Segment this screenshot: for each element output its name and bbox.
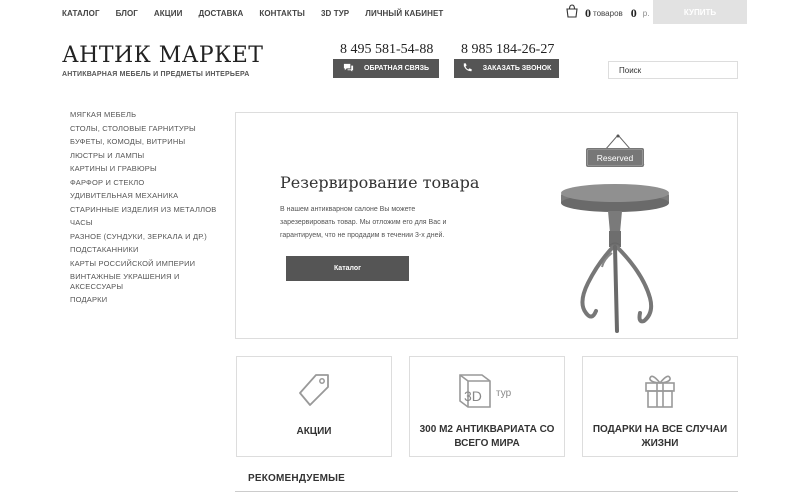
hero-title: Резервирование товара <box>280 173 480 192</box>
card-3d-tour-label: 300 М2 АНТИКВАРИАТА СО ВСЕГО МИРА <box>419 424 555 449</box>
phone-number-1[interactable]: 8 495 581-54-88 <box>340 42 433 58</box>
sidebar-item-tables[interactable]: СТОЛЫ, СТОЛОВЫЕ ГАРНИТУРЫ <box>70 124 220 134</box>
nav-promotions[interactable]: АКЦИИ <box>154 9 183 18</box>
logo[interactable]: АНТИК МАРКЕТ АНТИКВАРНАЯ МЕБЕЛЬ И ПРЕДМЕ… <box>62 43 264 79</box>
3d-icon-text: 3D <box>464 388 482 404</box>
nav-delivery[interactable]: ДОСТАВКА <box>198 9 243 18</box>
reserved-table-illustration: Reserved <box>561 134 669 333</box>
cart-summary[interactable]: 0 товаров 0 р. <box>565 4 649 23</box>
cart-currency: р. <box>642 9 650 18</box>
sidebar-item-cabinets[interactable]: БУФЕТЫ, КОМОДЫ, ВИТРИНЫ <box>70 137 220 147</box>
card-gifts-label: ПОДАРКИ НА ВСЕ СЛУЧАИ ЖИЗНИ <box>592 424 728 449</box>
phone-number-2[interactable]: 8 985 184-26-27 <box>461 42 554 58</box>
sidebar-item-lamps[interactable]: ЛЮСТРЫ И ЛАМПЫ <box>70 151 220 161</box>
sidebar-item-paintings[interactable]: КАРТИНЫ И ГРАВЮРЫ <box>70 164 220 174</box>
cart-count-label: товаров <box>593 9 623 18</box>
logo-title: АНТИК МАРКЕТ <box>62 43 264 68</box>
nav-contacts[interactable]: КОНТАКТЫ <box>259 9 305 18</box>
sidebar-item-misc[interactable]: РАЗНОЕ (СУНДУКИ, ЗЕРКАЛА И ДР.) <box>70 232 220 242</box>
hero-text: В нашем антикварном салоне Вы можете зар… <box>280 206 447 239</box>
card-gifts[interactable]: ПОДАРКИ НА ВСЕ СЛУЧАИ ЖИЗНИ <box>582 356 738 457</box>
callback-button[interactable]: ЗАКАЗАТЬ ЗВОНОК <box>454 59 559 78</box>
sidebar-item-porcelain[interactable]: ФАРФОР И СТЕКЛО <box>70 178 220 188</box>
sidebar-item-maps[interactable]: КАРТЫ РОССИЙСКОЙ ИМПЕРИИ <box>70 259 220 269</box>
sidebar-item-vintage-jewelry[interactable]: ВИНТАЖНЫЕ УКРАШЕНИЯ И АКСЕССУАРЫ <box>70 272 182 291</box>
cart-sum: 0 <box>630 6 637 20</box>
sidebar-item-soft-furniture[interactable]: МЯГКАЯ МЕБЕЛЬ <box>70 110 220 120</box>
3d-tour-icon: 3D тур <box>452 369 522 409</box>
catalog-button[interactable]: Каталог <box>286 256 409 281</box>
gift-icon <box>640 369 680 409</box>
price-tag-icon <box>294 369 334 409</box>
reserved-sign-text: Reserved <box>597 153 634 163</box>
logo-subtitle: АНТИКВАРНАЯ МЕБЕЛЬ И ПРЕДМЕТЫ ИНТЕРЬЕРА <box>62 71 250 78</box>
sidebar-item-mechanics[interactable]: УДИВИТЕЛЬНАЯ МЕХАНИКА <box>70 191 220 201</box>
nav-3d-tour[interactable]: 3D ТУР <box>321 9 349 18</box>
hero-banner: Резервирование товара В нашем антикварно… <box>235 112 738 339</box>
feedback-button-label: ОБРАТНАЯ СВЯЗЬ <box>364 65 429 72</box>
category-sidebar: МЯГКАЯ МЕБЕЛЬ СТОЛЫ, СТОЛОВЫЕ ГАРНИТУРЫ … <box>70 110 220 305</box>
sidebar-item-gifts[interactable]: ПОДАРКИ <box>70 295 220 305</box>
nav-catalog[interactable]: КАТАЛОГ <box>62 9 100 18</box>
divider <box>235 491 738 492</box>
card-promotions[interactable]: АКЦИИ <box>236 356 392 457</box>
cart-count: 0 <box>585 6 591 20</box>
sidebar-item-metal[interactable]: СТАРИННЫЕ ИЗДЕЛИЯ ИЗ МЕТАЛЛОВ <box>70 205 220 215</box>
top-bar: КАТАЛОГ БЛОГ АКЦИИ ДОСТАВКА КОНТАКТЫ 3D … <box>0 0 800 26</box>
shopping-bag-icon <box>565 4 579 23</box>
nav-account[interactable]: ЛИЧНЫЙ КАБИНЕТ <box>365 9 443 18</box>
top-nav: КАТАЛОГ БЛОГ АКЦИИ ДОСТАВКА КОНТАКТЫ 3D … <box>62 9 459 18</box>
chat-bubble-icon <box>343 62 354 75</box>
sidebar-item-glass-holders[interactable]: ПОДСТАКАННИКИ <box>70 245 220 255</box>
sidebar-item-clocks[interactable]: ЧАСЫ <box>70 218 220 228</box>
buy-button[interactable]: КУПИТЬ <box>653 0 747 24</box>
feedback-button[interactable]: ОБРАТНАЯ СВЯЗЬ <box>333 59 439 78</box>
card-3d-tour[interactable]: 3D тур 300 М2 АНТИКВАРИАТА СО ВСЕГО МИРА <box>409 356 565 457</box>
search-input[interactable] <box>608 61 738 79</box>
card-promotions-label: АКЦИИ <box>296 426 332 437</box>
callback-button-label: ЗАКАЗАТЬ ЗВОНОК <box>482 65 552 72</box>
recommended-heading: РЕКОМЕНДУЕМЫЕ <box>248 473 345 484</box>
3d-icon-subtext: тур <box>496 388 512 399</box>
nav-blog[interactable]: БЛОГ <box>116 9 138 18</box>
phone-icon <box>462 62 473 75</box>
